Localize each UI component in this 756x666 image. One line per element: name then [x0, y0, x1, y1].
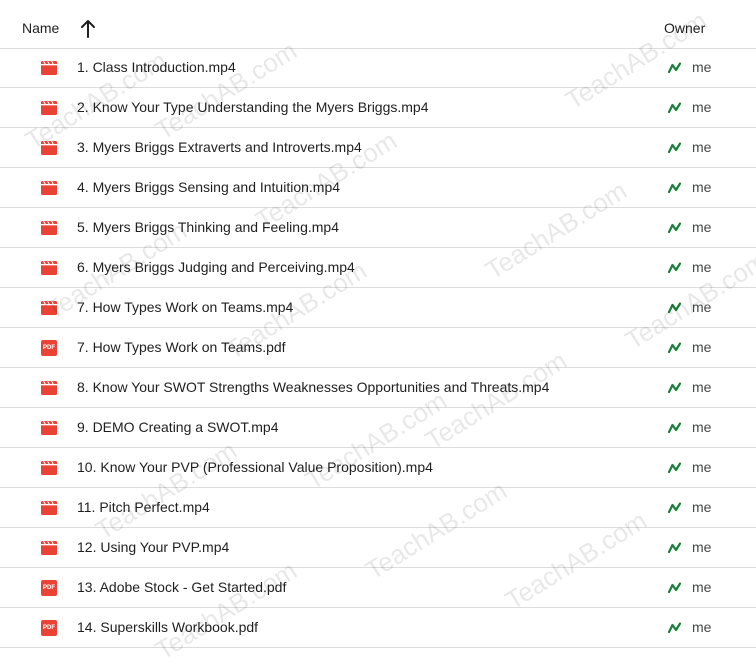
video-file-icon [41, 61, 57, 75]
file-row[interactable]: 3. Myers Briggs Extraverts and Introvert… [0, 128, 756, 168]
pdf-file-icon: PDF [41, 580, 57, 596]
name-column-header[interactable]: Name [22, 20, 59, 36]
pdf-file-icon: PDF [41, 340, 57, 356]
video-file-icon [41, 421, 57, 435]
file-name[interactable]: 14. Superskills Workbook.pdf [77, 619, 258, 635]
file-row[interactable]: 2. Know Your Type Understanding the Myer… [0, 88, 756, 128]
owner-name: me [692, 579, 712, 595]
owner-avatar-icon [668, 182, 682, 194]
file-name[interactable]: 7. How Types Work on Teams.pdf [77, 339, 286, 355]
owner-name: me [692, 219, 712, 235]
owner-avatar-icon [668, 582, 682, 594]
owner-name: me [692, 539, 712, 555]
owner-avatar-icon [668, 302, 682, 314]
owner-avatar-icon [668, 342, 682, 354]
owner-column-header[interactable]: Owner [664, 20, 705, 36]
owner-name: me [692, 459, 712, 475]
video-file-icon [41, 101, 57, 115]
file-row[interactable]: 12. Using Your PVP.mp4 me [0, 528, 756, 568]
video-file-icon [41, 541, 57, 555]
file-row[interactable]: 4. Myers Briggs Sensing and Intuition.mp… [0, 168, 756, 208]
file-name[interactable]: 1. Class Introduction.mp4 [77, 59, 236, 75]
owner-avatar-icon [668, 462, 682, 474]
video-file-icon [41, 381, 57, 395]
file-name[interactable]: 8. Know Your SWOT Strengths Weaknesses O… [77, 379, 549, 395]
file-row[interactable]: PDF 14. Superskills Workbook.pdf me [0, 608, 756, 648]
file-name[interactable]: 12. Using Your PVP.mp4 [77, 539, 229, 555]
owner-avatar-icon [668, 222, 682, 234]
file-row[interactable]: 9. DEMO Creating a SWOT.mp4 me [0, 408, 756, 448]
file-name[interactable]: 4. Myers Briggs Sensing and Intuition.mp… [77, 179, 340, 195]
file-name[interactable]: 2. Know Your Type Understanding the Myer… [77, 99, 429, 115]
owner-name: me [692, 99, 712, 115]
video-file-icon [41, 461, 57, 475]
file-row[interactable]: 1. Class Introduction.mp4 me [0, 48, 756, 88]
owner-name: me [692, 59, 712, 75]
file-row[interactable]: 8. Know Your SWOT Strengths Weaknesses O… [0, 368, 756, 408]
file-row[interactable]: PDF 7. How Types Work on Teams.pdf me [0, 328, 756, 368]
owner-name: me [692, 179, 712, 195]
file-name[interactable]: 7. How Types Work on Teams.mp4 [77, 299, 293, 315]
file-name[interactable]: 10. Know Your PVP (Professional Value Pr… [77, 459, 433, 475]
owner-name: me [692, 379, 712, 395]
owner-avatar-icon [668, 422, 682, 434]
file-list-header: Name Owner [0, 0, 756, 49]
file-name[interactable]: 5. Myers Briggs Thinking and Feeling.mp4 [77, 219, 339, 235]
owner-avatar-icon [668, 62, 682, 74]
file-name[interactable]: 6. Myers Briggs Judging and Perceiving.m… [77, 259, 355, 275]
owner-avatar-icon [668, 262, 682, 274]
owner-name: me [692, 259, 712, 275]
video-file-icon [41, 181, 57, 195]
owner-name: me [692, 139, 712, 155]
file-name[interactable]: 3. Myers Briggs Extraverts and Introvert… [77, 139, 362, 155]
owner-name: me [692, 299, 712, 315]
file-row[interactable]: PDF 13. Adobe Stock - Get Started.pdf me [0, 568, 756, 608]
owner-avatar-icon [668, 142, 682, 154]
owner-avatar-icon [668, 622, 682, 634]
file-row[interactable]: 6. Myers Briggs Judging and Perceiving.m… [0, 248, 756, 288]
file-name[interactable]: 13. Adobe Stock - Get Started.pdf [77, 579, 286, 595]
owner-avatar-icon [668, 542, 682, 554]
file-row[interactable]: 11. Pitch Perfect.mp4 me [0, 488, 756, 528]
file-row[interactable]: 5. Myers Briggs Thinking and Feeling.mp4… [0, 208, 756, 248]
owner-avatar-icon [668, 102, 682, 114]
owner-avatar-icon [668, 502, 682, 514]
file-name[interactable]: 11. Pitch Perfect.mp4 [77, 499, 210, 515]
file-name[interactable]: 9. DEMO Creating a SWOT.mp4 [77, 419, 279, 435]
owner-name: me [692, 499, 712, 515]
pdf-file-icon: PDF [41, 620, 57, 636]
arrow-up-icon[interactable] [76, 17, 100, 41]
video-file-icon [41, 141, 57, 155]
owner-avatar-icon [668, 382, 682, 394]
video-file-icon [41, 501, 57, 515]
file-row[interactable]: 10. Know Your PVP (Professional Value Pr… [0, 448, 756, 488]
owner-name: me [692, 619, 712, 635]
video-file-icon [41, 221, 57, 235]
file-list: 1. Class Introduction.mp4 me 2. Know Your … [0, 48, 756, 648]
video-file-icon [41, 301, 57, 315]
video-file-icon [41, 261, 57, 275]
file-row[interactable]: 7. How Types Work on Teams.mp4 me [0, 288, 756, 328]
owner-name: me [692, 339, 712, 355]
owner-name: me [692, 419, 712, 435]
